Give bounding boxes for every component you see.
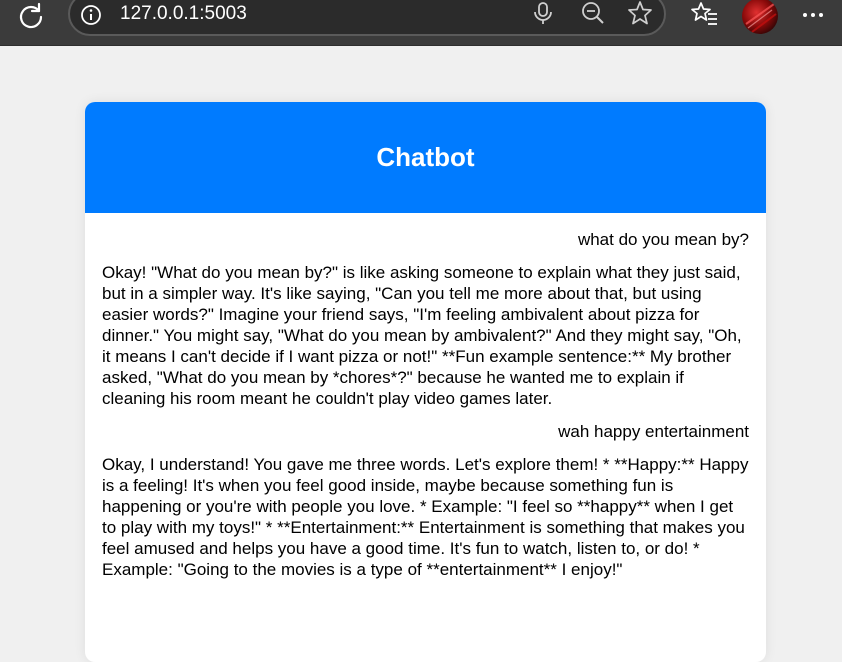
browser-toolbar: 127.0.0.1:5003 xyxy=(0,0,842,46)
microphone-icon[interactable] xyxy=(530,0,556,26)
chat-container: Chatbot what do you mean by? Okay! "What… xyxy=(85,102,766,662)
chat-header: Chatbot xyxy=(85,102,766,213)
address-bar[interactable]: 127.0.0.1:5003 xyxy=(68,0,666,36)
chat-messages: what do you mean by? Okay! "What do you … xyxy=(85,213,766,580)
favorites-list-icon[interactable] xyxy=(690,0,720,30)
bot-message: Okay, I understand! You gave me three wo… xyxy=(102,455,749,579)
avatar-image xyxy=(745,3,777,33)
more-icon[interactable] xyxy=(798,0,828,30)
avatar[interactable] xyxy=(742,0,778,34)
reload-icon[interactable] xyxy=(17,2,45,30)
url-text[interactable]: 127.0.0.1:5003 xyxy=(120,3,247,25)
info-icon[interactable] xyxy=(80,4,102,26)
bot-message: Okay! "What do you mean by?" is like ask… xyxy=(102,263,742,408)
favorite-star-icon[interactable] xyxy=(627,0,653,26)
zoom-out-icon[interactable] xyxy=(580,0,606,26)
user-message: what do you mean by? xyxy=(577,230,749,249)
chat-title: Chatbot xyxy=(376,142,475,172)
user-message: wah happy entertainment xyxy=(558,422,749,441)
